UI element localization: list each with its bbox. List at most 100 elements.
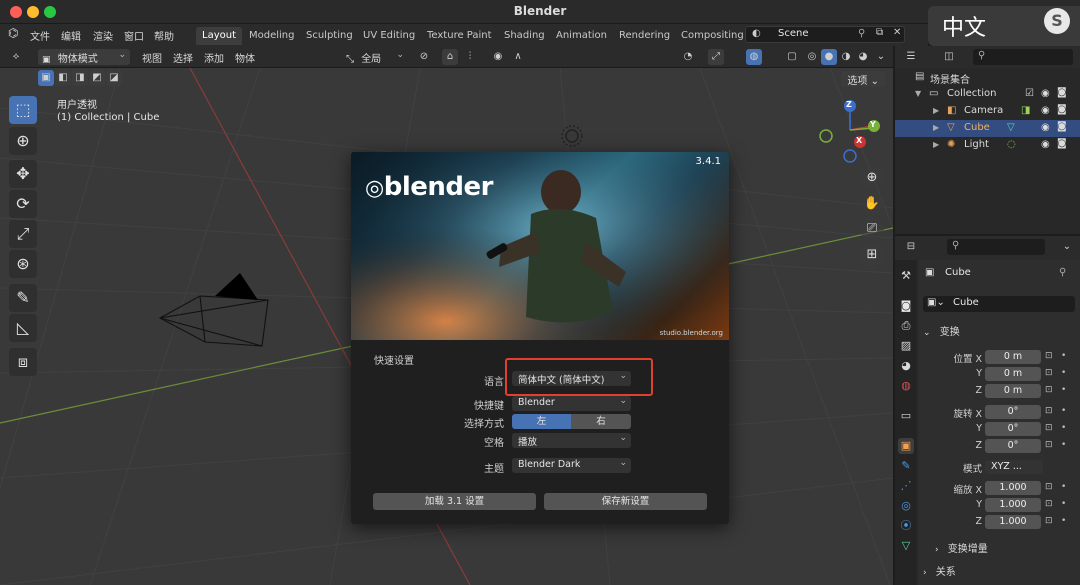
select-extend-icon[interactable]: ◧	[55, 70, 71, 86]
zoom-view-icon[interactable]: ⊕	[860, 166, 884, 190]
lock-icon[interactable]: ⊡	[1045, 351, 1053, 361]
spacebar-dropdown[interactable]: 播放 ⌄	[512, 433, 631, 448]
tab-layout[interactable]: Layout	[196, 27, 242, 45]
render-camera-icon[interactable]: ◙	[1057, 121, 1067, 132]
select-new-icon[interactable]: ▣	[38, 70, 54, 86]
theme-dropdown[interactable]: Blender Dark ⌄	[512, 458, 631, 473]
outliner-search-input[interactable]: ⚲	[973, 49, 1073, 65]
transform-orientation-dropdown[interactable]: ⤡ 全局 ⌄	[342, 49, 408, 65]
render-camera-icon[interactable]: ◙	[1057, 104, 1067, 115]
outliner-scene-collection[interactable]: ▤ 场景集合	[895, 69, 1080, 86]
keyframe-dot-icon[interactable]: •	[1061, 423, 1066, 433]
modifier-tab-icon[interactable]: ✎	[898, 458, 914, 474]
lock-icon[interactable]: ⊡	[1045, 499, 1053, 509]
scene-tab-icon[interactable]: ◕	[898, 358, 914, 374]
xray-icon[interactable]: ▢	[784, 49, 800, 65]
scale-y-field[interactable]: 1.000	[985, 498, 1041, 512]
snap-target-icon[interactable]: ⫶	[462, 49, 478, 65]
blender-logo-icon[interactable]: ⌬	[8, 26, 18, 40]
gizmo-toggle-icon[interactable]: ⤢	[708, 49, 724, 65]
location-x-field[interactable]: 0 m	[985, 350, 1041, 364]
options-dropdown[interactable]: 选项 ⌄	[841, 71, 885, 87]
display-mode-icon[interactable]: ◫	[941, 49, 957, 65]
outliner-row-camera[interactable]: ▶ ◧ Camera ◨ ◉ ◙	[895, 103, 1080, 120]
keyframe-dot-icon[interactable]: •	[1061, 406, 1066, 416]
tab-uv-editing[interactable]: UV Editing	[357, 27, 421, 45]
select-subtract-icon[interactable]: ◨	[72, 70, 88, 86]
load-settings-button[interactable]: 加载 3.1 设置	[373, 493, 536, 510]
particles-tab-icon[interactable]: ⋰	[898, 478, 914, 494]
menu-window[interactable]: 窗口	[124, 28, 144, 43]
save-new-settings-button[interactable]: 保存新设置	[544, 493, 707, 510]
render-camera-icon[interactable]: ◙	[1057, 138, 1067, 149]
delta-transform-header[interactable]: › 变换增量	[935, 540, 1080, 558]
tab-modeling[interactable]: Modeling	[243, 27, 301, 45]
eye-icon[interactable]: ◉	[1041, 139, 1050, 150]
lock-icon[interactable]: ⊡	[1045, 440, 1053, 450]
pan-view-icon[interactable]: ✋	[860, 192, 884, 216]
camera-view-icon[interactable]: ⎚	[860, 217, 884, 241]
delete-scene-icon[interactable]: ✕	[893, 27, 901, 38]
gizmo-z-label[interactable]: Z	[846, 100, 852, 109]
lock-icon[interactable]: ⊡	[1045, 368, 1053, 378]
menu-render[interactable]: 渲染	[93, 28, 113, 43]
keyframe-dot-icon[interactable]: •	[1061, 440, 1066, 450]
shading-options-icon[interactable]: ⌄	[873, 49, 889, 65]
rotation-x-field[interactable]: 0°	[985, 405, 1041, 419]
snap-icon[interactable]: ⌂	[442, 49, 458, 65]
select-intersect-icon[interactable]: ◪	[106, 70, 122, 86]
world-tab-icon[interactable]: ◍	[898, 378, 914, 394]
collection-tab-icon[interactable]: ▭	[898, 408, 914, 424]
location-y-field[interactable]: 0 m	[985, 367, 1041, 381]
scale-z-field[interactable]: 1.000	[985, 515, 1041, 529]
tab-shading[interactable]: Shading	[498, 27, 551, 45]
editor-type-icon[interactable]: ⟡	[8, 49, 24, 65]
cursor-tool-icon[interactable]: ⊕	[9, 127, 37, 155]
tab-texture-paint[interactable]: Texture Paint	[421, 27, 498, 45]
menu-file[interactable]: 文件	[30, 28, 50, 43]
material-shading-icon[interactable]: ◑	[838, 49, 854, 65]
outliner-editor-icon[interactable]: ☰	[903, 49, 919, 65]
lock-icon[interactable]: ⊡	[1045, 482, 1053, 492]
select-left-button[interactable]: 左	[512, 414, 571, 429]
relations-panel-header[interactable]: › 关系	[923, 563, 1076, 581]
rotation-y-field[interactable]: 0°	[985, 422, 1041, 436]
constraints-tab-icon[interactable]: ⦿	[898, 518, 914, 534]
select-right-button[interactable]: 右	[571, 414, 631, 429]
object-name-field[interactable]: ▣⌄ Cube	[923, 296, 1075, 312]
scale-tool-icon[interactable]: ⤢	[9, 220, 37, 248]
eye-icon[interactable]: ◉	[1041, 122, 1050, 133]
pivot-point-icon[interactable]: ⊘	[416, 49, 432, 65]
expand-arrow-icon[interactable]: ▼	[915, 89, 921, 98]
physics-tab-icon[interactable]: ◎	[898, 498, 914, 514]
lock-icon[interactable]: ⊡	[1045, 406, 1053, 416]
keyframe-dot-icon[interactable]: •	[1061, 385, 1066, 395]
rotation-mode-dropdown[interactable]: XYZ ...	[985, 460, 1043, 474]
transform-panel-header[interactable]: ⌄ 变换	[923, 323, 1076, 341]
keyframe-dot-icon[interactable]: •	[1061, 351, 1066, 361]
tool-tab-icon[interactable]: ⚒	[898, 268, 914, 284]
object-tab-icon[interactable]: ▣	[898, 438, 914, 454]
properties-editor-icon[interactable]: ⊟	[903, 239, 919, 255]
expand-arrow-icon[interactable]: ▶	[933, 106, 939, 115]
falloff-icon[interactable]: ∧	[510, 49, 526, 65]
render-camera-icon[interactable]: ◙	[1057, 87, 1067, 98]
chevron-down-icon[interactable]: ⌄	[1059, 239, 1075, 255]
outliner-row-cube[interactable]: ▶ ▽ Cube ▽ ◉ ◙	[895, 120, 1080, 137]
menu-help[interactable]: 帮助	[154, 28, 174, 43]
keyframe-dot-icon[interactable]: •	[1061, 516, 1066, 526]
location-z-field[interactable]: 0 m	[985, 384, 1041, 398]
eye-icon[interactable]: ◉	[1041, 88, 1050, 99]
outliner-row-light[interactable]: ▶ ✺ Light ◌ ◉ ◙	[895, 137, 1080, 154]
tab-compositing[interactable]: Compositing	[675, 27, 750, 45]
checkbox-icon[interactable]: ☑	[1025, 88, 1034, 99]
view-layer-tab-icon[interactable]: ▨	[898, 338, 914, 354]
overlays-icon[interactable]: ◍	[746, 49, 762, 65]
outliner-row-collection[interactable]: ▼ ▭ Collection ☑ ◉ ◙	[895, 86, 1080, 103]
new-scene-icon[interactable]: ⧉	[876, 27, 883, 38]
gizmo-x-label[interactable]: X	[856, 136, 862, 145]
menu-view[interactable]: 视图	[142, 50, 162, 65]
lock-icon[interactable]: ⊡	[1045, 385, 1053, 395]
select-box-tool-icon[interactable]: ⬚	[9, 96, 37, 124]
menu-object[interactable]: 物体	[235, 50, 255, 65]
